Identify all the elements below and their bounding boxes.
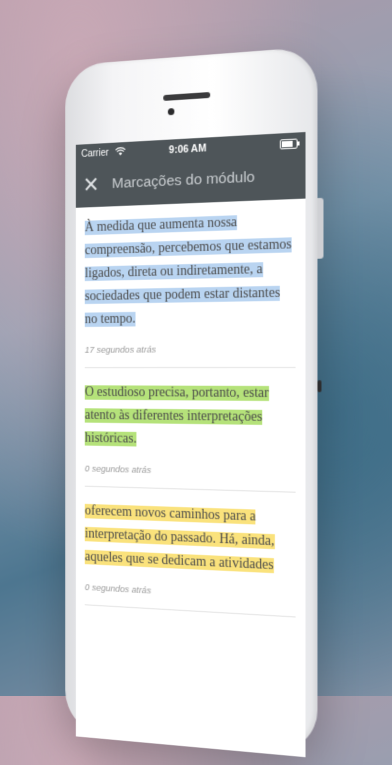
highlight-timestamp: 0 segundos atrás: [84, 463, 152, 476]
highlight-timestamp: 0 segundos atrás: [84, 582, 152, 597]
highlight-item[interactable]: O estudioso precisa, portanto, estar ate…: [84, 381, 296, 493]
highlight-timestamp: 17 segundos atrás: [84, 344, 156, 356]
highlight-text: oferecem novos caminhos para a interpret…: [84, 500, 296, 579]
battery-icon: [279, 138, 298, 150]
close-icon[interactable]: ✕: [81, 172, 101, 197]
side-button: [317, 197, 324, 259]
highlight-text: À medida que aumenta nossa compreensão, …: [84, 209, 296, 332]
highlight-text-span: O estudioso precisa, portanto, estar ate…: [84, 385, 269, 447]
phone-mockup: Carrier 9:06 AM ✕ Marcações do módulo À: [13, 10, 391, 758]
front-camera: [167, 108, 175, 116]
highlight-text-span: À medida que aumenta nossa compreensão, …: [84, 215, 292, 327]
page-title: Marcações do módulo: [111, 168, 255, 192]
speaker-grille: [163, 91, 211, 101]
phone-body: Carrier 9:06 AM ✕ Marcações do módulo À: [65, 46, 324, 758]
highlight-text-span: oferecem novos caminhos para a interpret…: [84, 503, 275, 574]
app-screen: Carrier 9:06 AM ✕ Marcações do módulo À: [75, 132, 306, 758]
side-sensor: [317, 380, 322, 393]
highlights-list: À medida que aumenta nossa compreensão, …: [76, 199, 306, 618]
highlight-text: O estudioso precisa, portanto, estar ate…: [84, 381, 296, 454]
highlight-item[interactable]: À medida que aumenta nossa compreensão, …: [84, 209, 296, 369]
highlight-item[interactable]: oferecem novos caminhos para a interpret…: [84, 500, 296, 618]
